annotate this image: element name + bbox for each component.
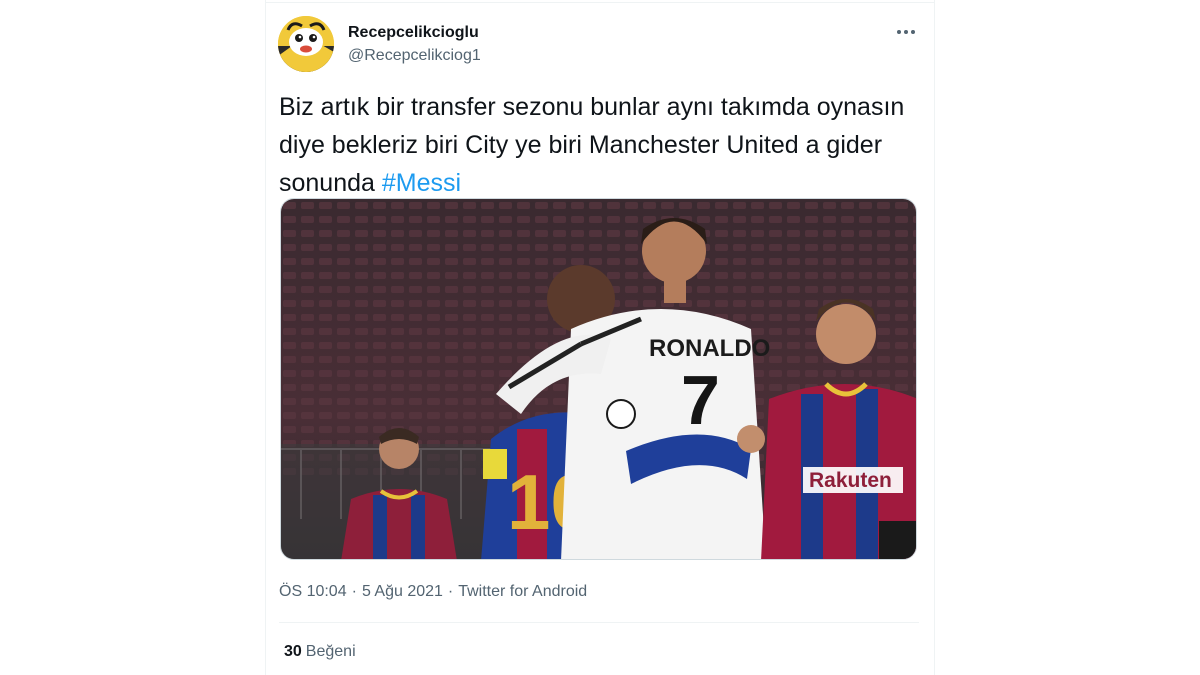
top-divider: [266, 2, 934, 3]
jersey-name-ronaldo: RONALDO: [649, 335, 770, 362]
tweet-card: Recepcelikcioglu @Recepcelikciog1 Biz ar…: [265, 0, 935, 675]
more-dot: [897, 30, 901, 34]
sponsor-text: Rakuten: [809, 469, 892, 492]
meta-separator: ·: [447, 583, 454, 600]
tweet-text-line: sonunda #Messi: [279, 164, 929, 202]
tweet-text-line: Biz artık bir transfer sezonu bunlar ayn…: [279, 93, 905, 121]
hashtag-link[interactable]: #Messi: [382, 169, 461, 197]
user-handle[interactable]: @Recepcelikciog1: [348, 47, 481, 65]
photo-football-players-hugging: 10 RONALDO 7 Rakuten: [281, 199, 916, 559]
tweet-meta: ÖS 10:04 · 5 Ağu 2021 · Twitter for Android: [279, 583, 587, 601]
jersey-number-7: 7: [681, 361, 720, 439]
likes-stat[interactable]: 30 Beğeni: [284, 643, 356, 661]
tweet-photo[interactable]: 10 RONALDO 7 Rakuten: [280, 198, 917, 560]
tweet-text: Biz artık bir transfer sezonu bunlar ayn…: [279, 88, 929, 202]
tweet-source[interactable]: Twitter for Android: [458, 583, 587, 600]
more-dot: [904, 30, 908, 34]
likes-count: 30: [284, 643, 302, 660]
tweet-text-line-start: sonunda: [279, 169, 382, 197]
tweet-date[interactable]: 5 Ağu 2021: [362, 583, 443, 600]
likes-label: Beğeni: [305, 643, 356, 660]
tweet-time[interactable]: ÖS 10:04: [279, 583, 347, 600]
meta-divider: [279, 622, 919, 623]
meta-separator: ·: [351, 583, 357, 600]
more-options-icon[interactable]: [888, 18, 924, 46]
avatar-image: [278, 16, 334, 72]
avatar[interactable]: [278, 16, 334, 72]
more-dot: [911, 30, 915, 34]
tweet-text-line: diye bekleriz biri City ye biri Manchest…: [279, 131, 883, 159]
user-display-name[interactable]: Recepcelikcioglu: [348, 24, 479, 42]
